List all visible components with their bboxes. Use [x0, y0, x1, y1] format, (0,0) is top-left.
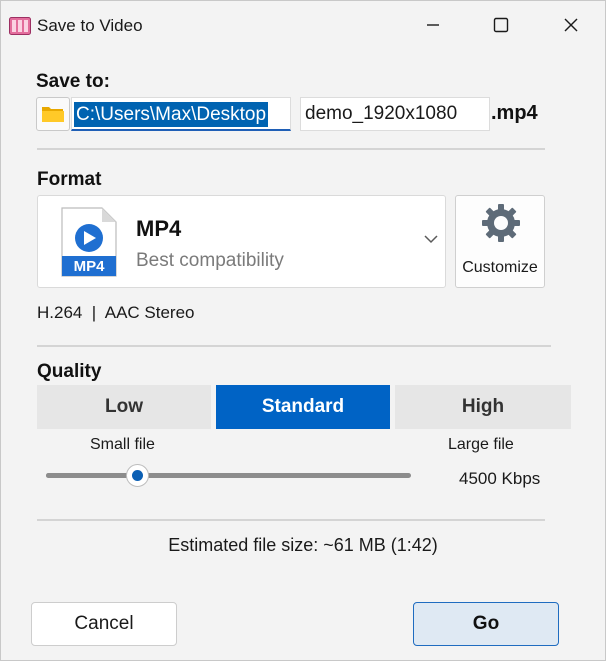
mp4-file-icon: MP4 [61, 207, 117, 277]
format-label: Format [37, 169, 102, 190]
close-button[interactable] [537, 1, 605, 49]
customize-button[interactable]: Customize [455, 195, 545, 288]
quality-standard-tab[interactable]: Standard [216, 385, 390, 429]
film-icon [9, 17, 31, 35]
folder-icon [42, 107, 64, 122]
minimize-icon [427, 24, 439, 26]
maximize-icon [493, 17, 509, 33]
quality-slider-fill [46, 473, 138, 478]
quality-slider-thumb[interactable] [126, 464, 150, 487]
cancel-button[interactable]: Cancel [31, 602, 177, 646]
slider-min-label: Small file [90, 436, 155, 453]
go-button[interactable]: Go [413, 602, 559, 646]
window-title: Save to Video [37, 16, 143, 35]
codec-info: H.264 | AAC Stereo [37, 303, 195, 322]
divider [37, 519, 545, 521]
slider-thumb-dot [132, 470, 144, 481]
filename-field[interactable]: demo_1920x1080 [300, 97, 490, 131]
quality-high-tab[interactable]: High [395, 385, 571, 429]
save-to-video-dialog: Save to Video Save to: C:\Users\Max\Desk… [0, 0, 606, 661]
minimize-button[interactable] [399, 1, 467, 49]
divider [37, 148, 545, 150]
format-dropdown[interactable]: MP4 MP4 Best compatibility [37, 195, 446, 288]
save-to-label: Save to: [36, 71, 110, 92]
title-bar[interactable]: Save to Video [1, 1, 605, 51]
output-path-field[interactable]: C:\Users\Max\Desktop [71, 97, 291, 131]
bitrate-value: 4500 Kbps [459, 469, 541, 488]
quality-label: Quality [37, 361, 102, 382]
quality-slider-track[interactable] [46, 473, 411, 478]
mp4-icon-label: MP4 [74, 258, 106, 275]
estimated-file-size: Estimated file size: ~61 MB (1:42) [168, 535, 438, 555]
maximize-button[interactable] [467, 1, 535, 49]
close-icon [564, 18, 578, 32]
quality-low-tab[interactable]: Low [37, 385, 211, 429]
format-description: Best compatibility [136, 250, 284, 271]
extension-label: .mp4 [491, 102, 538, 124]
slider-max-label: Large file [448, 436, 514, 453]
customize-label: Customize [462, 259, 538, 276]
browse-folder-button[interactable] [36, 97, 70, 131]
divider [37, 345, 551, 347]
gear-icon [482, 204, 520, 242]
chevron-down-icon [424, 235, 438, 244]
output-path-text: C:\Users\Max\Desktop [74, 102, 269, 127]
format-name: MP4 [136, 216, 182, 241]
